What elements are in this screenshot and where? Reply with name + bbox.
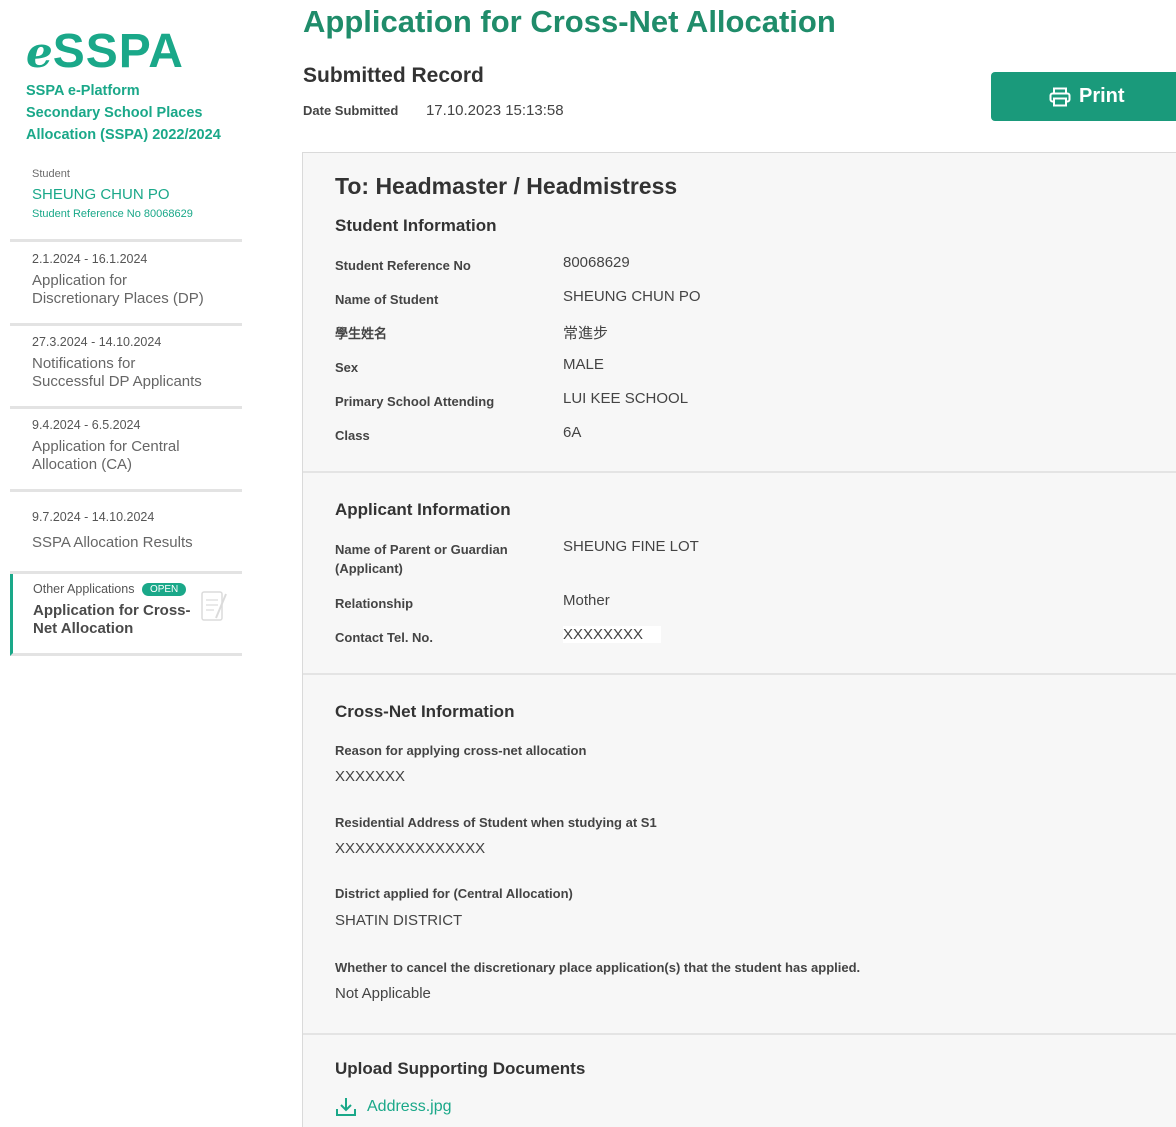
nav-dates: 27.3.2024 - 14.10.2024 [32,335,162,349]
nav-label: Application for Central Allocation (CA) [32,438,242,474]
field-value: Mother [563,592,610,609]
brand-line-2: Secondary School Places [26,105,203,121]
field-value: 80068629 [563,254,630,271]
logo-sspa: SSPA [52,25,184,78]
app-root: eSSPA SSPA e-Platform Secondary School P… [0,0,1176,1127]
date-submitted-row: Date Submitted 17.10.2023 15:13:58 [303,102,564,119]
nav-label-line-1: Application for Central [32,438,180,455]
submitted-record-title: Submitted Record [303,64,484,87]
crossnet-info-title: Cross-Net Information [335,702,515,721]
brand-subtitle: SSPA e-Platform Secondary School Places … [26,80,251,146]
cancel-dp-value: Not Applicable [335,985,431,1002]
field-value: MALE [563,356,604,373]
field-label: Class [335,428,370,443]
reason-value: XXXXXXX [335,768,406,785]
nav-dates: 9.7.2024 - 14.10.2024 [32,510,155,524]
field-value: SHEUNG FINE LOT [563,538,699,555]
nav-label-line-2: Successful DP Applicants [32,373,202,390]
document-pencil-icon [201,591,227,621]
nav-label-line-1: SSPA Allocation Results [32,534,193,551]
other-applications-label: Other Applications [33,582,135,596]
print-label: Print [1079,85,1125,107]
sidebar-item-ca-application[interactable]: 9.4.2024 - 6.5.2024 Application for Cent… [10,418,242,492]
logo-e: e [26,28,53,77]
brand-line-1: SSPA e-Platform [26,83,140,99]
student-ref: Student Reference No 80068629 [32,208,193,220]
sidebar-item-dp-notifications[interactable]: 27.3.2024 - 14.10.2024 Notifications for… [10,335,242,409]
field-label: Relationship [335,596,414,611]
cancel-dp-label: Whether to cancel the discretionary plac… [335,960,861,975]
sidebar-item-allocation-results[interactable]: 9.7.2024 - 14.10.2024 SSPA Allocation Re… [10,510,242,574]
sidebar-item-dp-application[interactable]: 2.1.2024 - 16.1.2024 Application for Dis… [10,252,242,326]
address-label: Residential Address of Student when stud… [335,815,657,830]
printer-icon [1049,87,1071,106]
addressee-title: To: Headmaster / Headmistress [335,173,678,199]
field-value: LUI KEE SCHOOL [563,390,689,407]
download-filename: Address.jpg [367,1098,452,1115]
field-value: 6A [563,424,582,441]
download-icon [336,1098,356,1116]
sidebar-item-cross-net[interactable]: Other Applications OPEN Application for … [10,574,242,656]
nav-label-line-2: Allocation (CA) [32,456,133,473]
student-info-section: To: Headmaster / Headmistress Student In… [303,153,1176,473]
open-badge: OPEN [141,583,187,596]
student-info-title: Student Information [335,216,497,235]
crossnet-info-section: Cross-Net Information Reason for applyin… [303,675,1176,1035]
field-label: 學生姓名 [335,326,388,341]
district-label: District applied for (Central Allocation… [335,886,573,901]
download-link[interactable]: Address.jpg [335,1097,452,1117]
reason-label: Reason for applying cross-net allocation [335,743,587,758]
nav-label: Application for Discretionary Places (DP… [32,272,242,308]
essspa-logo[interactable]: eSSPA [26,28,184,76]
field-label: Contact Tel. No. [335,630,433,645]
address-value: XXXXXXXXXXXXXXX [335,840,486,857]
nav-label: SSPA Allocation Results [32,534,242,552]
applicant-info-title: Applicant Information [335,500,511,519]
date-submitted-label: Date Submitted [303,103,399,118]
brand-line-3: Allocation (SSPA) 2022/2024 [26,127,221,143]
field-label: Student Reference No [335,258,471,273]
field-value: XXXXXXXX [563,626,662,643]
field-label: Primary School Attending [335,394,495,409]
nav-label: Notifications for Successful DP Applican… [32,355,242,391]
field-label: Name of Parent or Guardian (Applicant) [335,542,508,576]
nav-label-line-2: Discretionary Places (DP) [32,290,204,307]
nav-label-line-1: Application for [32,272,128,289]
student-summary: Student SHEUNG CHUN PO Student Reference… [10,162,242,242]
nav-dates: 2.1.2024 - 16.1.2024 [32,252,148,266]
student-label: Student [32,168,70,180]
print-button[interactable]: Print [991,72,1176,121]
page-title: Application for Cross-Net Allocation [303,4,836,39]
student-name: SHEUNG CHUN PO [32,186,170,203]
applicant-info-section: Applicant Information Name of Parent or … [303,473,1176,675]
field-value: 常進步 [563,325,609,342]
nav-dates: 9.4.2024 - 6.5.2024 [32,418,141,432]
upload-title: Upload Supporting Documents [335,1059,586,1078]
district-value: SHATIN DISTRICT [335,912,463,929]
date-submitted-value: 17.10.2023 15:13:58 [425,102,564,119]
sidebar: eSSPA SSPA e-Platform Secondary School P… [0,0,250,1127]
upload-section: Upload Supporting Documents Address.jpg [303,1035,1176,1127]
nav-label-line-1: Notifications for [32,355,136,372]
record-panel: To: Headmaster / Headmistress Student In… [302,152,1176,1127]
field-value: SHEUNG CHUN PO [563,288,701,305]
field-label: Name of Student [335,292,439,307]
field-label: Sex [335,360,359,375]
